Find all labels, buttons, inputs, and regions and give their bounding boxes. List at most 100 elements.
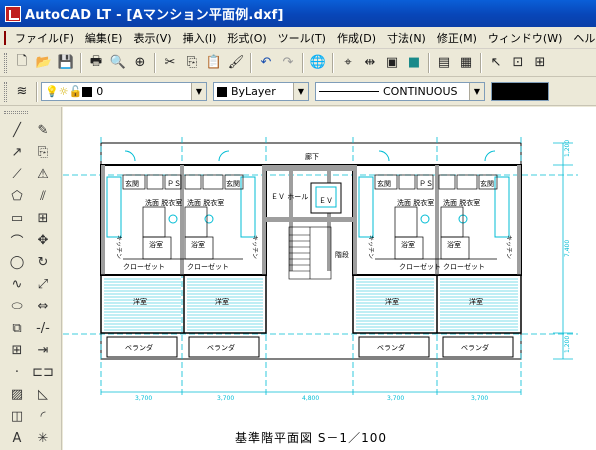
bath-label: 浴室 [401,240,415,249]
lock-icon: 🔓 [68,85,83,98]
toolbar-separator [250,52,252,73]
pan-icon[interactable]: ▣ [381,52,403,74]
layer-color-swatch [82,86,93,97]
cut-icon[interactable]: ✂ [159,52,181,74]
open-icon[interactable]: 📂 [33,52,55,74]
arc-icon[interactable]: ⌒ [6,229,28,251]
document-icon[interactable] [4,30,6,45]
toolbar-separator [302,52,304,73]
spline-icon[interactable]: ∿ [6,273,28,295]
drawing-canvas[interactable]: 3,700 3,700 4,800 3,700 3,700 1,200 7,40… [63,107,596,450]
extend-icon[interactable]: ⇥ [32,339,54,361]
point-icon[interactable]: · [6,361,28,383]
new-icon[interactable]: 🗋 [11,52,33,74]
zoom-previous-icon[interactable]: ⊞ [529,52,551,74]
entrance-label: 玄関 [377,179,391,188]
copy-object-icon[interactable]: ⎘ [32,141,54,163]
help-icon[interactable]: ↖ [485,52,507,74]
veranda-label: ベランダ [377,343,405,352]
paste-icon[interactable]: 📋 [203,52,225,74]
hatch-icon[interactable]: ▨ [6,383,28,405]
insert-block-icon[interactable]: ⧉ [6,317,28,339]
undo-icon[interactable]: ↶ [255,52,277,74]
menu-view[interactable]: 表示(V) [128,30,177,46]
menu-insert[interactable]: 挿入(I) [178,30,223,46]
toolbar-separator [80,52,82,73]
standard-toolbar: 🗋 📂 💾 🖶 🔍 ⊕ ✂ ⎘ 📋 🖌 ↶ ↷ 🌐 ⌖ ⇹ ▣ ■ ▤ ▦ ↖ … [0,49,596,77]
rotate-icon[interactable]: ↻ [32,251,54,273]
toolbar-grip[interactable] [4,111,28,114]
chamfer-icon[interactable]: ◺ [32,383,54,405]
kitchen-label: キッチン [251,235,258,259]
menu-modify[interactable]: 修正(M) [432,30,483,46]
dim-label: 1,200 [564,140,571,157]
copy-icon[interactable]: ⎘ [181,52,203,74]
trim-icon[interactable]: -/- [32,317,54,339]
autocad-app-icon[interactable] [5,5,21,22]
lineweight-dropdown[interactable] [491,82,549,101]
ray-icon[interactable]: ↗ [6,141,28,163]
text-icon[interactable]: A [6,427,28,449]
plot-icon[interactable]: ⊕ [129,52,151,74]
menu-file[interactable]: ファイル(F) [10,30,80,46]
toolbar-grip[interactable] [4,52,7,73]
offset-icon[interactable]: ⫽ [32,185,54,207]
linetype-dropdown[interactable]: CONTINUOUS ▼ [315,82,485,101]
menu-format[interactable]: 形式(O) [222,30,272,46]
move-icon[interactable]: ✥ [32,229,54,251]
menu-window[interactable]: ウィンドウ(W) [483,30,568,46]
fillet-icon[interactable]: ◜ [32,405,54,427]
stretch-icon[interactable]: ⇔ [32,295,54,317]
match-properties-icon[interactable]: 🖌 [225,52,247,74]
linetype-sample [319,91,379,92]
zoom-window-icon[interactable]: ⊡ [507,52,529,74]
dist-icon[interactable]: ⇹ [359,52,381,74]
color-swatch [217,86,227,97]
menu-tools[interactable]: ツール(T) [273,30,332,46]
pline-icon[interactable]: ⟋ [6,163,28,185]
ellipse-icon[interactable]: ⬭ [6,295,28,317]
layer-dropdown[interactable]: 💡 ☼ 🔓 0 ▼ [41,82,207,101]
erase-icon[interactable]: ✎ [32,119,54,141]
menu-dimension[interactable]: 寸法(N) [382,30,432,46]
make-block-icon[interactable]: ⊞ [6,339,28,361]
dim-label: 3,700 [387,395,404,402]
menu-help[interactable]: ヘルプ [568,30,596,46]
scale-icon[interactable]: ⤢ [32,273,54,295]
washroom-label: 洗面 脱衣室 [443,198,480,207]
chevron-down-icon[interactable]: ▼ [293,83,308,100]
menu-edit[interactable]: 編集(E) [80,30,129,46]
menu-bar: ファイル(F) 編集(E) 表示(V) 挿入(I) 形式(O) ツール(T) 作… [0,27,596,49]
print-icon[interactable]: 🖶 [85,52,107,74]
zoom-icon[interactable]: ■ [403,52,425,74]
internet-icon[interactable]: 🌐 [307,52,329,74]
snap-icon[interactable]: ⌖ [337,52,359,74]
room-label: 洋室 [385,297,399,306]
polygon-icon[interactable]: ⬠ [6,185,28,207]
layers-icon[interactable]: ≋ [11,81,33,103]
chevron-down-icon[interactable]: ▼ [191,83,206,100]
properties-toolbar: ≋ 💡 ☼ 🔓 0 ▼ ByLayer ▼ CONTINUOUS ▼ [0,78,596,106]
array-icon[interactable]: ⊞ [32,207,54,229]
menu-draw[interactable]: 作成(D) [332,30,382,46]
break-icon[interactable]: ⊏⊐ [32,361,54,383]
explode-icon[interactable]: ✳ [32,427,54,449]
mirror-icon[interactable]: ⚠ [32,163,54,185]
print-preview-icon[interactable]: 🔍 [107,52,129,74]
toolbar-separator [154,52,156,73]
kitchen-label: キッチン [367,235,374,259]
redo-icon[interactable]: ↷ [277,52,299,74]
linetype-value: CONTINUOUS [383,85,458,98]
circle-icon[interactable]: ◯ [6,251,28,273]
designcenter-icon[interactable]: ▦ [455,52,477,74]
veranda-label: ベランダ [207,343,235,352]
toolbar-grip[interactable] [4,81,7,102]
region-icon[interactable]: ◫ [6,405,28,427]
dim-label: 1,200 [564,336,571,353]
rectangle-icon[interactable]: ▭ [6,207,28,229]
line-icon[interactable]: ╱ [6,119,28,141]
color-dropdown[interactable]: ByLayer ▼ [213,82,309,101]
chevron-down-icon[interactable]: ▼ [469,83,484,100]
properties-icon[interactable]: ▤ [433,52,455,74]
save-icon[interactable]: 💾 [55,52,77,74]
